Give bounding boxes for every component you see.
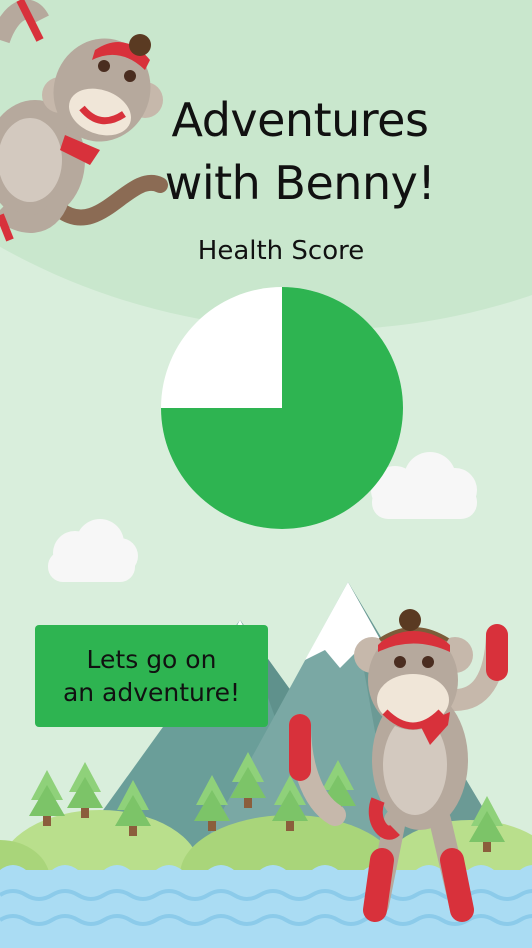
adventure-button-line-1: Lets go on xyxy=(86,645,217,674)
app-title-line-2: with Benny! xyxy=(164,156,436,210)
adventure-button-line-2: an adventure! xyxy=(62,678,241,707)
adventure-button[interactable]: Lets go on an adventure! xyxy=(35,625,268,727)
app-title-line-1: Adventures xyxy=(171,93,429,147)
health-score-chart xyxy=(161,287,403,529)
health-score-label: Health Score xyxy=(197,236,365,266)
